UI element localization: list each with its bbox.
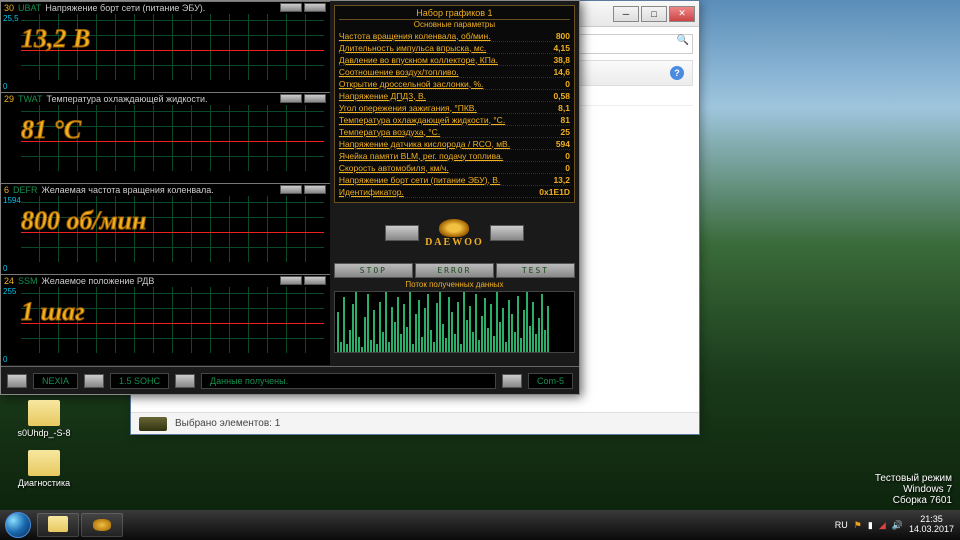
gauge-DEFR: 6 DEFR Желаемая частота вращения коленва…: [1, 183, 330, 274]
error-button[interactable]: ERROR: [415, 263, 494, 278]
action-center-icon[interactable]: ⚑: [854, 520, 862, 531]
model-field: NEXIA: [33, 373, 78, 389]
param-row: Температура охлаждающей жидкости, °C.81: [339, 114, 570, 126]
diag-statusbar: NEXIA 1.5 SOHC Данные получены. Com-5: [1, 366, 579, 394]
parameter-panel: Набор графиков 1 Основные параметры Част…: [334, 5, 575, 203]
daewoo-logo: DAEWOO: [425, 219, 484, 248]
clock[interactable]: 21:35 14.03.2017: [909, 515, 954, 535]
data-stream: [334, 291, 575, 353]
gauge-UBAT: 30 UBAT Напряжение борт сети (питание ЭБ…: [1, 1, 330, 92]
diagnostic-app[interactable]: 30 UBAT Напряжение борт сети (питание ЭБ…: [0, 0, 580, 395]
stop-button[interactable]: STOP: [334, 263, 413, 278]
param-row: Напряжение ДПДЗ, В.0,58: [339, 90, 570, 102]
folder-icon: [48, 516, 68, 532]
param-row: Напряжение датчика кислорода / RCO, мВ.5…: [339, 138, 570, 150]
daewoo-icon: [93, 519, 111, 531]
status-msg: Данные получены.: [201, 373, 496, 389]
param-row: Длительность импульса впрыска, мс.4,15: [339, 42, 570, 54]
lang-indicator[interactable]: RU: [835, 520, 848, 530]
network-icon[interactable]: ◢: [879, 520, 886, 531]
param-row: Идентификатор.0x1E1D: [339, 186, 570, 198]
gauge-btn[interactable]: [280, 185, 302, 194]
gauge-btn[interactable]: [280, 94, 302, 103]
taskbar-item-diag[interactable]: [81, 513, 123, 537]
param-row: Соотношение воздух/топливо.14,6: [339, 66, 570, 78]
param-row: Угол опережения зажигания, °ПКВ.8,1: [339, 102, 570, 114]
battery-icon[interactable]: ▮: [868, 520, 873, 531]
sb-btn-3[interactable]: [175, 374, 195, 388]
gauge-btn[interactable]: [304, 276, 326, 285]
gauge-btn[interactable]: [304, 185, 326, 194]
param-row: Частота вращения коленвала, об/мин.800: [339, 30, 570, 42]
prev-button[interactable]: [385, 225, 419, 241]
test-button[interactable]: TEST: [496, 263, 575, 278]
gauge-btn[interactable]: [304, 94, 326, 103]
start-button[interactable]: [0, 510, 36, 540]
selection-thumb: [139, 417, 167, 431]
taskbar-item-explorer[interactable]: [37, 513, 79, 537]
system-tray[interactable]: RU ⚑ ▮ ◢ 🔊 21:35 14.03.2017: [835, 515, 960, 535]
gauge-btn[interactable]: [304, 3, 326, 12]
sb-btn-4[interactable]: [502, 374, 522, 388]
volume-icon[interactable]: 🔊: [892, 520, 903, 531]
windows-orb-icon: [5, 512, 31, 538]
desktop-icon-2[interactable]: Диагностика: [14, 450, 74, 488]
maximize-button[interactable]: □: [641, 6, 667, 22]
port-field: Com-5: [528, 373, 573, 389]
gauge-TWAT: 29 TWAT Температура охлаждающей жидкости…: [1, 92, 330, 183]
folder-icon: [28, 400, 60, 426]
windows-watermark: Тестовый режим Windows 7 Сборка 7601: [875, 473, 952, 506]
explorer-statusbar: Выбрано элементов: 1: [131, 412, 699, 434]
minimize-button[interactable]: ─: [613, 6, 639, 22]
param-row: Скорость автомобиля, км/ч.0: [339, 162, 570, 174]
param-row: Температура воздуха, °C.25: [339, 126, 570, 138]
param-row: Давление во впускном коллекторе, КПа.38,…: [339, 54, 570, 66]
close-button[interactable]: ✕: [669, 6, 695, 22]
param-row: Ячейка памяти BLM, рег. подачу топлива.0: [339, 150, 570, 162]
taskbar[interactable]: RU ⚑ ▮ ◢ 🔊 21:35 14.03.2017: [0, 510, 960, 540]
gauge-SSM: 24 SSM Желаемое положение РДВ 2550 1 шаг: [1, 274, 330, 365]
stream-label: Поток полученных данных: [334, 280, 575, 289]
sb-btn-1[interactable]: [7, 374, 27, 388]
param-row: Напряжение борт сети (питание ЭБУ), В.13…: [339, 174, 570, 186]
next-button[interactable]: [490, 225, 524, 241]
sb-btn-2[interactable]: [84, 374, 104, 388]
panel-subtitle: Основные параметры: [339, 20, 570, 29]
gauge-btn[interactable]: [280, 3, 302, 12]
panel-title: Набор графиков 1: [339, 8, 570, 20]
gauge-btn[interactable]: [280, 276, 302, 285]
engine-field: 1.5 SOHC: [110, 373, 169, 389]
help-icon[interactable]: ?: [670, 66, 684, 80]
param-row: Открытие дроссельной заслонки, %.0: [339, 78, 570, 90]
folder-icon: [28, 450, 60, 476]
desktop-icon-1[interactable]: s0Uhdp_-S-8: [14, 400, 74, 438]
